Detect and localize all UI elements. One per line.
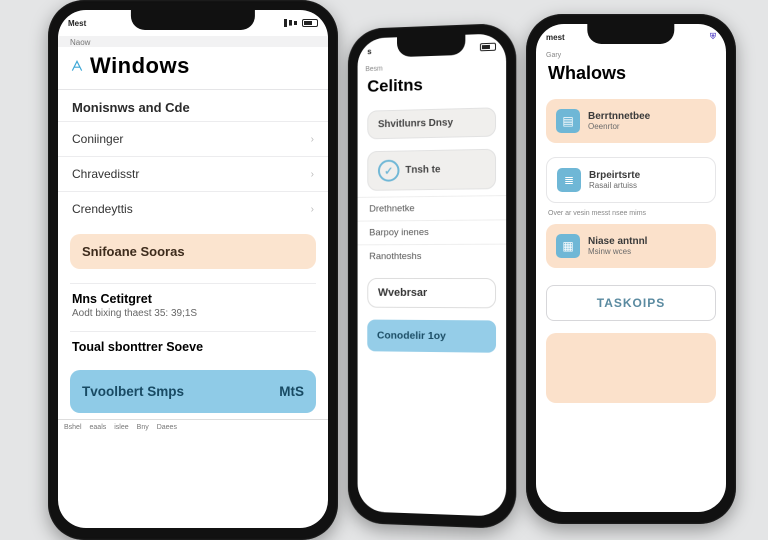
doc-icon: ▤ [556,109,580,133]
check-ring-icon: ✓ [378,160,399,182]
row-label: Crendeyttis [72,202,133,216]
notch [397,33,465,57]
status-left: Mest [68,19,86,28]
info-block: Mns Cetitgret Aodt bixing thaest 35: 39;… [70,283,316,325]
info-subtitle: Aodt bixing thaest 35: 39;1S [72,308,314,319]
phone-right: mest ⛨ Gary Whalows ▤ Berrtnnetbee Oeenr… [526,14,736,524]
feature-card[interactable]: ▦ Niase antnnl Msinw wces [546,224,716,268]
tab-item[interactable]: eaals [90,424,107,431]
phone-left: Mest Naow Windows Monisnws and Cde Conii… [48,0,338,540]
row-label: Coniinger [72,132,123,146]
empty-card[interactable] [546,333,716,403]
shield-icon: ⛨ [710,32,716,42]
note-text: Over ar vesin messt nsee mims [536,210,726,217]
battery-icon [480,43,496,52]
mini-text: Gary [546,52,561,59]
page-title: Celitns [358,71,507,105]
card-ring[interactable]: ✓ Tnsh te [367,149,496,191]
info-title: Mns Cetitgret [72,292,314,306]
feature-card[interactable]: ▤ Berrtnnetbee Oeenrtor [546,99,716,143]
row-label: Chravedisstr [72,167,139,181]
card[interactable]: Shvitlunrs Dnsy [367,107,496,139]
signal-icon [284,19,298,27]
chevron-right-icon: › [311,204,314,215]
section-header: Monisnws and Cde [58,90,328,121]
notch [587,24,674,44]
primary-button[interactable]: Tvoolbert Smps MtS [70,370,316,413]
mini-label: Naow [58,36,328,47]
card-label: Tnsh te [405,164,440,176]
grid-icon: ▦ [556,234,580,258]
card-subtitle: Rasail artuiss [589,181,640,190]
tab-item[interactable]: Bshel [64,424,82,431]
button-label: Tvoolbert Smps [82,384,184,399]
tab-item[interactable]: Daees [157,424,177,431]
mini-label: Gary [536,50,726,59]
tab-item[interactable]: islee [114,424,128,431]
card-title: Niase antnnl [588,236,647,247]
status-left: s [367,47,371,56]
status-left: mest [546,33,565,42]
list-line[interactable]: Ranothteshs [358,244,507,268]
list-row[interactable]: Coniinger › [58,121,328,156]
segment-button[interactable]: TASKOIPS [546,285,716,321]
feature-card[interactable]: ≣ Brpeirtsrte Rasail artuiss [546,157,716,203]
app-icon [70,59,84,73]
card-subtitle: Msinw wces [588,247,647,256]
chevron-right-icon: › [311,134,314,145]
list-row[interactable]: Chravedisstr › [58,156,328,191]
info-block: Toual sbonttrer Soeve [70,331,316,360]
list-row[interactable]: Crendeyttis › [58,191,328,226]
card-title: Brpeirtsrte [589,170,640,181]
page-title: Windows [90,53,190,79]
card-title: Berrtnnetbee [588,111,650,122]
highlight-card[interactable]: Snifoane Sooras [70,234,316,269]
notch [131,10,255,30]
page-title: Whalows [536,59,726,92]
primary-button[interactable]: Conodelir 1oy [367,320,496,353]
card-subtitle: Oeenrtor [588,122,650,131]
list-line[interactable]: Barpoy inenes [358,219,507,244]
list-line[interactable]: Drethnetke [358,195,507,221]
info-title: Toual sbonttrer Soeve [72,340,314,354]
button-right: MtS [279,384,304,399]
list-icon: ≣ [557,168,581,192]
page-header: Windows [58,47,328,90]
tab-bar: Bshel eaals islee Bny Daees [58,419,328,431]
battery-icon [302,19,318,27]
phone-middle: s Besm Celitns Shvitlunrs Dnsy ✓Tnsh te … [348,23,516,530]
outlined-card[interactable]: Wvebrsar [367,278,496,308]
chevron-right-icon: › [311,169,314,180]
tab-item[interactable]: Bny [137,424,149,431]
